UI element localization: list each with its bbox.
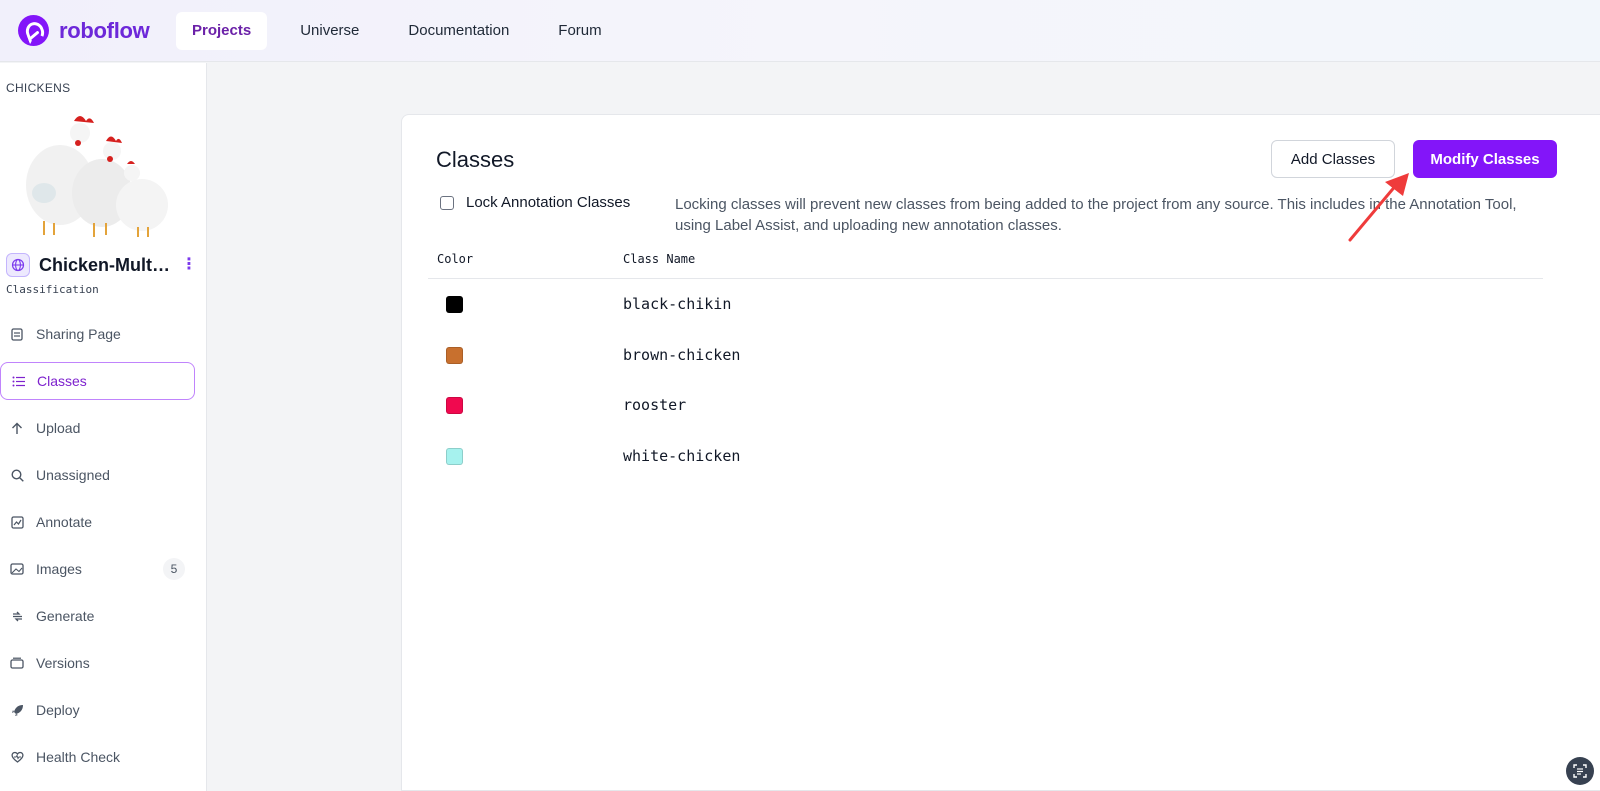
sidebar-item-generate[interactable]: Generate [0,597,195,635]
table-row: rooster [428,381,1543,432]
page-title: Classes [436,147,515,172]
generate-icon [10,609,24,623]
class-color-swatch[interactable] [446,448,463,465]
sidebar-item-label: Images [36,561,82,577]
class-name: brown-chicken [623,346,741,364]
rocket-icon [10,703,24,717]
table-row: black-chikin [428,280,1543,331]
lock-classes-checkbox[interactable] [440,195,454,210]
nav-forum[interactable]: Forum [542,12,617,50]
sidebar-item-deploy[interactable]: Deploy [0,691,195,729]
sidebar-item-label: Upload [36,420,81,436]
modify-classes-button[interactable]: Modify Classes [1413,140,1557,178]
sidebar-item-upload[interactable]: Upload [0,409,195,447]
class-color-swatch[interactable] [446,296,463,313]
class-color-swatch[interactable] [446,347,463,364]
roboflow-logo-icon [18,15,49,46]
sidebar-item-unassigned[interactable]: Unassigned [0,456,195,494]
sidebar-item-label: Versions [36,655,90,671]
annotate-icon [10,515,24,529]
sidebar-item-annotate[interactable]: Annotate [0,503,195,541]
class-name: rooster [623,396,687,414]
sidebar-item-label: Classes [37,373,87,389]
project-header: Chicken-Multi... ⋮ [6,253,201,277]
images-icon [10,562,24,576]
class-color-swatch[interactable] [446,397,463,414]
table-row: brown-chicken [428,331,1543,382]
class-name: black-chikin [623,295,732,313]
annotation-arrow-icon [1348,173,1409,242]
column-header-color: Color [437,252,474,266]
project-thumbnail [26,116,168,237]
heart-icon [10,750,24,764]
sidebar-item-label: Annotate [36,514,93,530]
search-icon [10,468,24,482]
arrow-up-icon [10,421,24,435]
column-header-class-name: Class Name [623,252,696,266]
images-count-badge: 5 [163,558,185,580]
sidebar-item-health-check[interactable]: Health Check [0,738,195,776]
lock-classes-label: Lock Annotation Classes [466,194,631,211]
project-menu-icon[interactable]: ⋮ [181,257,197,273]
sidebar-item-label: Generate [36,608,95,624]
classes-table-header: Color Class Name [428,247,1543,279]
globe-icon [6,253,30,277]
nav-universe[interactable]: Universe [284,12,375,50]
document-icon [10,327,24,341]
project-group-label: CHICKENS [6,81,71,95]
nav-documentation[interactable]: Documentation [392,12,525,50]
table-row: white-chicken [428,432,1543,483]
sidebar-item-images[interactable]: Images 5 [0,550,195,588]
sidebar-item-label: Unassigned [36,467,110,483]
class-name: white-chicken [623,447,741,465]
versions-icon [10,656,24,670]
sidebar-item-label: Deploy [36,702,80,718]
roboflow-logo[interactable]: roboflow [18,15,176,46]
project-name: Chicken-Multi... [39,254,171,275]
nav-projects[interactable]: Projects [176,11,268,50]
brand-name: roboflow [59,17,150,43]
sidebar-item-sharing-page[interactable]: Sharing Page [0,315,195,353]
list-icon [11,374,25,388]
sidebar-item-classes[interactable]: Classes [0,362,195,400]
top-navbar: roboflow Projects Universe Documentation… [0,0,1600,62]
sidebar: CHICKENS Chicken-Multi... ⋮ Classificati… [0,63,207,791]
project-type: Classification [6,283,99,296]
classes-card: Classes Add Classes Modify Classes Lock … [401,114,1600,791]
sidebar-item-label: Health Check [36,749,121,765]
lock-classes-toggle[interactable]: Lock Annotation Classes [440,194,630,211]
screenshot-tool-icon[interactable] [1566,757,1594,785]
sidebar-item-versions[interactable]: Versions [0,644,195,682]
sidebar-item-label: Sharing Page [36,326,121,342]
